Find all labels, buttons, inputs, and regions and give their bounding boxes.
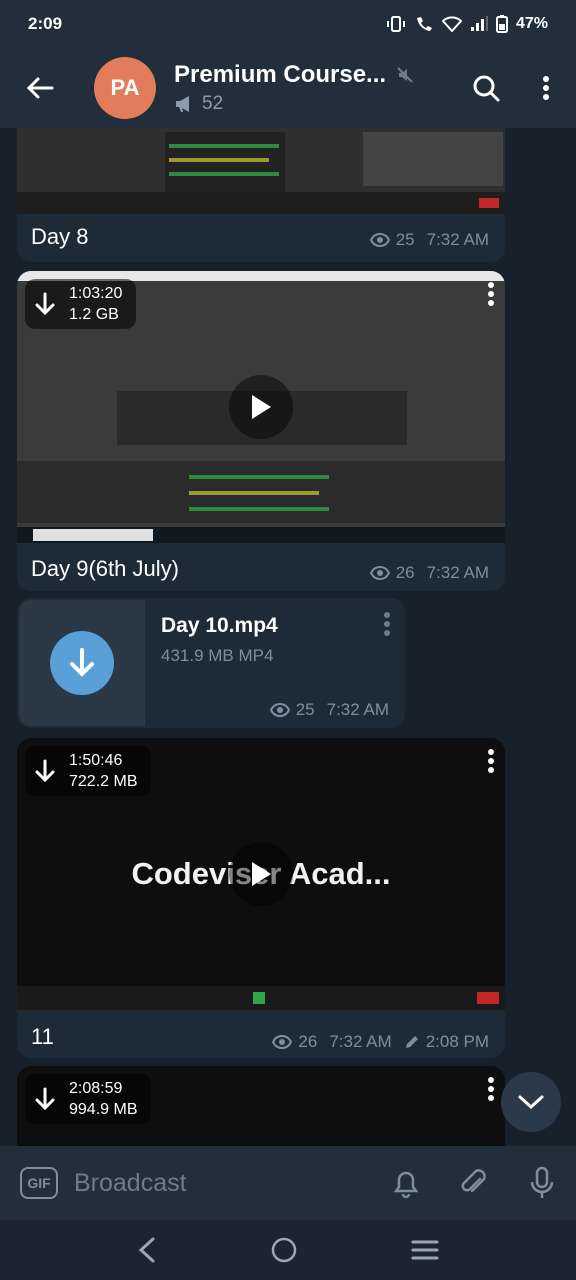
view-count: 25: [395, 230, 415, 249]
message-caption: Day 9(6th July): [31, 556, 179, 581]
download-badge[interactable]: 2:08:59 994.9 MB: [25, 1074, 152, 1124]
eye-icon: [272, 1035, 293, 1049]
scroll-down-button[interactable]: [501, 1072, 561, 1132]
eye-icon: [369, 566, 390, 580]
file-menu-icon[interactable]: [383, 612, 391, 636]
media-menu-icon[interactable]: [487, 281, 495, 307]
view-count: 26: [298, 1032, 318, 1051]
video-thumbnail[interactable]: [17, 128, 505, 214]
view-count: 25: [295, 700, 315, 719]
wifi-icon: [441, 16, 462, 32]
video-size: 994.9 MB: [69, 1101, 138, 1118]
message-meta: 25 7:32 AM: [369, 230, 489, 250]
back-button[interactable]: [0, 48, 80, 128]
file-name: Day 10.mp4: [161, 614, 278, 637]
message-time: 7:32 AM: [426, 230, 489, 249]
chevron-down-icon: [518, 1095, 544, 1110]
message-time: 7:32 AM: [426, 563, 489, 582]
download-arrow-icon: [35, 1087, 55, 1111]
video-message[interactable]: Day 8 25 7:32 AM: [17, 128, 505, 262]
media-menu-icon[interactable]: [487, 748, 495, 774]
video-thumbnail[interactable]: 2:08:59 994.9 MB: [17, 1066, 505, 1146]
system-nav-bar: [0, 1220, 576, 1280]
video-duration: 1:50:46: [69, 752, 123, 769]
file-thumbnail[interactable]: [19, 600, 145, 726]
message-meta: 25 7:32 AM: [269, 700, 389, 720]
video-thumbnail[interactable]: Codeviser Acad... 1:50:46 722.2 MB: [17, 738, 505, 1010]
video-message[interactable]: Codeviser Acad... 1:50:46 722.2 MB 11 26…: [17, 738, 505, 1058]
video-message[interactable]: 2:08:59 994.9 MB: [17, 1066, 505, 1146]
message-list[interactable]: Day 8 25 7:32 AM 1:03:20 1.2 GB Day 9(6t…: [0, 128, 576, 1146]
channel-info[interactable]: Premium Course... 52: [174, 61, 456, 115]
muted-icon: [397, 67, 413, 83]
play-icon: [252, 395, 271, 419]
video-size: 1.2 GB: [69, 306, 119, 323]
bell-icon: [393, 1171, 419, 1199]
subscriber-count: 52: [202, 93, 224, 114]
download-button[interactable]: [50, 631, 114, 695]
video-message[interactable]: 1:03:20 1.2 GB Day 9(6th July) 26 7:32 A…: [17, 271, 505, 591]
status-bar: 2:09 47%: [0, 0, 576, 48]
video-duration: 1:03:20: [69, 285, 123, 302]
video-thumbnail[interactable]: 1:03:20 1.2 GB: [17, 271, 505, 543]
play-button[interactable]: [229, 375, 293, 439]
message-time: 7:32 AM: [326, 700, 389, 719]
message-caption: Day 8: [31, 224, 89, 249]
chat-header: PA Premium Course... 52: [0, 48, 576, 128]
gif-button[interactable]: GIF: [20, 1167, 58, 1199]
file-info: 431.9 MB MP4: [161, 646, 274, 665]
view-count: 26: [395, 563, 415, 582]
wifi-call-icon: [414, 15, 434, 33]
broadcast-bar: GIF Broadcast: [0, 1146, 576, 1220]
paperclip-icon: [461, 1169, 486, 1193]
battery-percent: 47%: [515, 15, 548, 32]
edit-pencil-icon: [405, 1036, 418, 1048]
play-button[interactable]: [229, 842, 293, 906]
search-button[interactable]: [456, 48, 516, 128]
battery-icon: [495, 15, 508, 33]
edited-time: 2:08 PM: [425, 1032, 489, 1051]
nav-back-icon[interactable]: [137, 1237, 157, 1263]
more-options-button[interactable]: [516, 48, 576, 128]
search-icon: [473, 75, 500, 102]
notification-button[interactable]: [372, 1146, 440, 1220]
message-meta: 26 7:32 AM: [369, 563, 489, 583]
eye-icon: [369, 233, 390, 247]
video-duration: 2:08:59: [69, 1080, 123, 1097]
download-badge[interactable]: 1:03:20 1.2 GB: [25, 279, 137, 329]
voice-message-button[interactable]: [508, 1146, 576, 1220]
vibrate-icon: [386, 15, 406, 33]
download-arrow-icon: [35, 759, 55, 783]
download-badge[interactable]: 1:50:46 722.2 MB: [25, 746, 152, 796]
nav-home-icon[interactable]: [270, 1236, 298, 1264]
channel-title: Premium Course...: [174, 61, 387, 88]
signal-icon: [470, 16, 488, 32]
play-icon: [252, 862, 271, 886]
message-meta: 26 7:32 AM 2:08 PM: [272, 1032, 489, 1052]
megaphone-icon: [176, 96, 189, 112]
arrow-left-icon: [26, 77, 54, 99]
eye-icon: [269, 703, 290, 717]
status-time: 2:09: [28, 14, 63, 33]
video-size: 722.2 MB: [69, 773, 138, 790]
media-menu-icon[interactable]: [487, 1076, 495, 1102]
microphone-icon: [530, 1166, 554, 1198]
message-time: 7:32 AM: [329, 1032, 392, 1051]
broadcast-input[interactable]: Broadcast: [74, 1169, 372, 1198]
nav-recents-icon[interactable]: [411, 1239, 439, 1261]
file-message[interactable]: Day 10.mp4 431.9 MB MP4 25 7:32 AM: [17, 598, 405, 728]
attach-button[interactable]: [440, 1146, 508, 1220]
more-vertical-icon: [543, 76, 549, 100]
message-caption: 11: [31, 1024, 54, 1049]
download-arrow-icon: [35, 292, 55, 316]
download-arrow-icon: [70, 648, 94, 677]
channel-avatar[interactable]: PA: [94, 57, 156, 119]
